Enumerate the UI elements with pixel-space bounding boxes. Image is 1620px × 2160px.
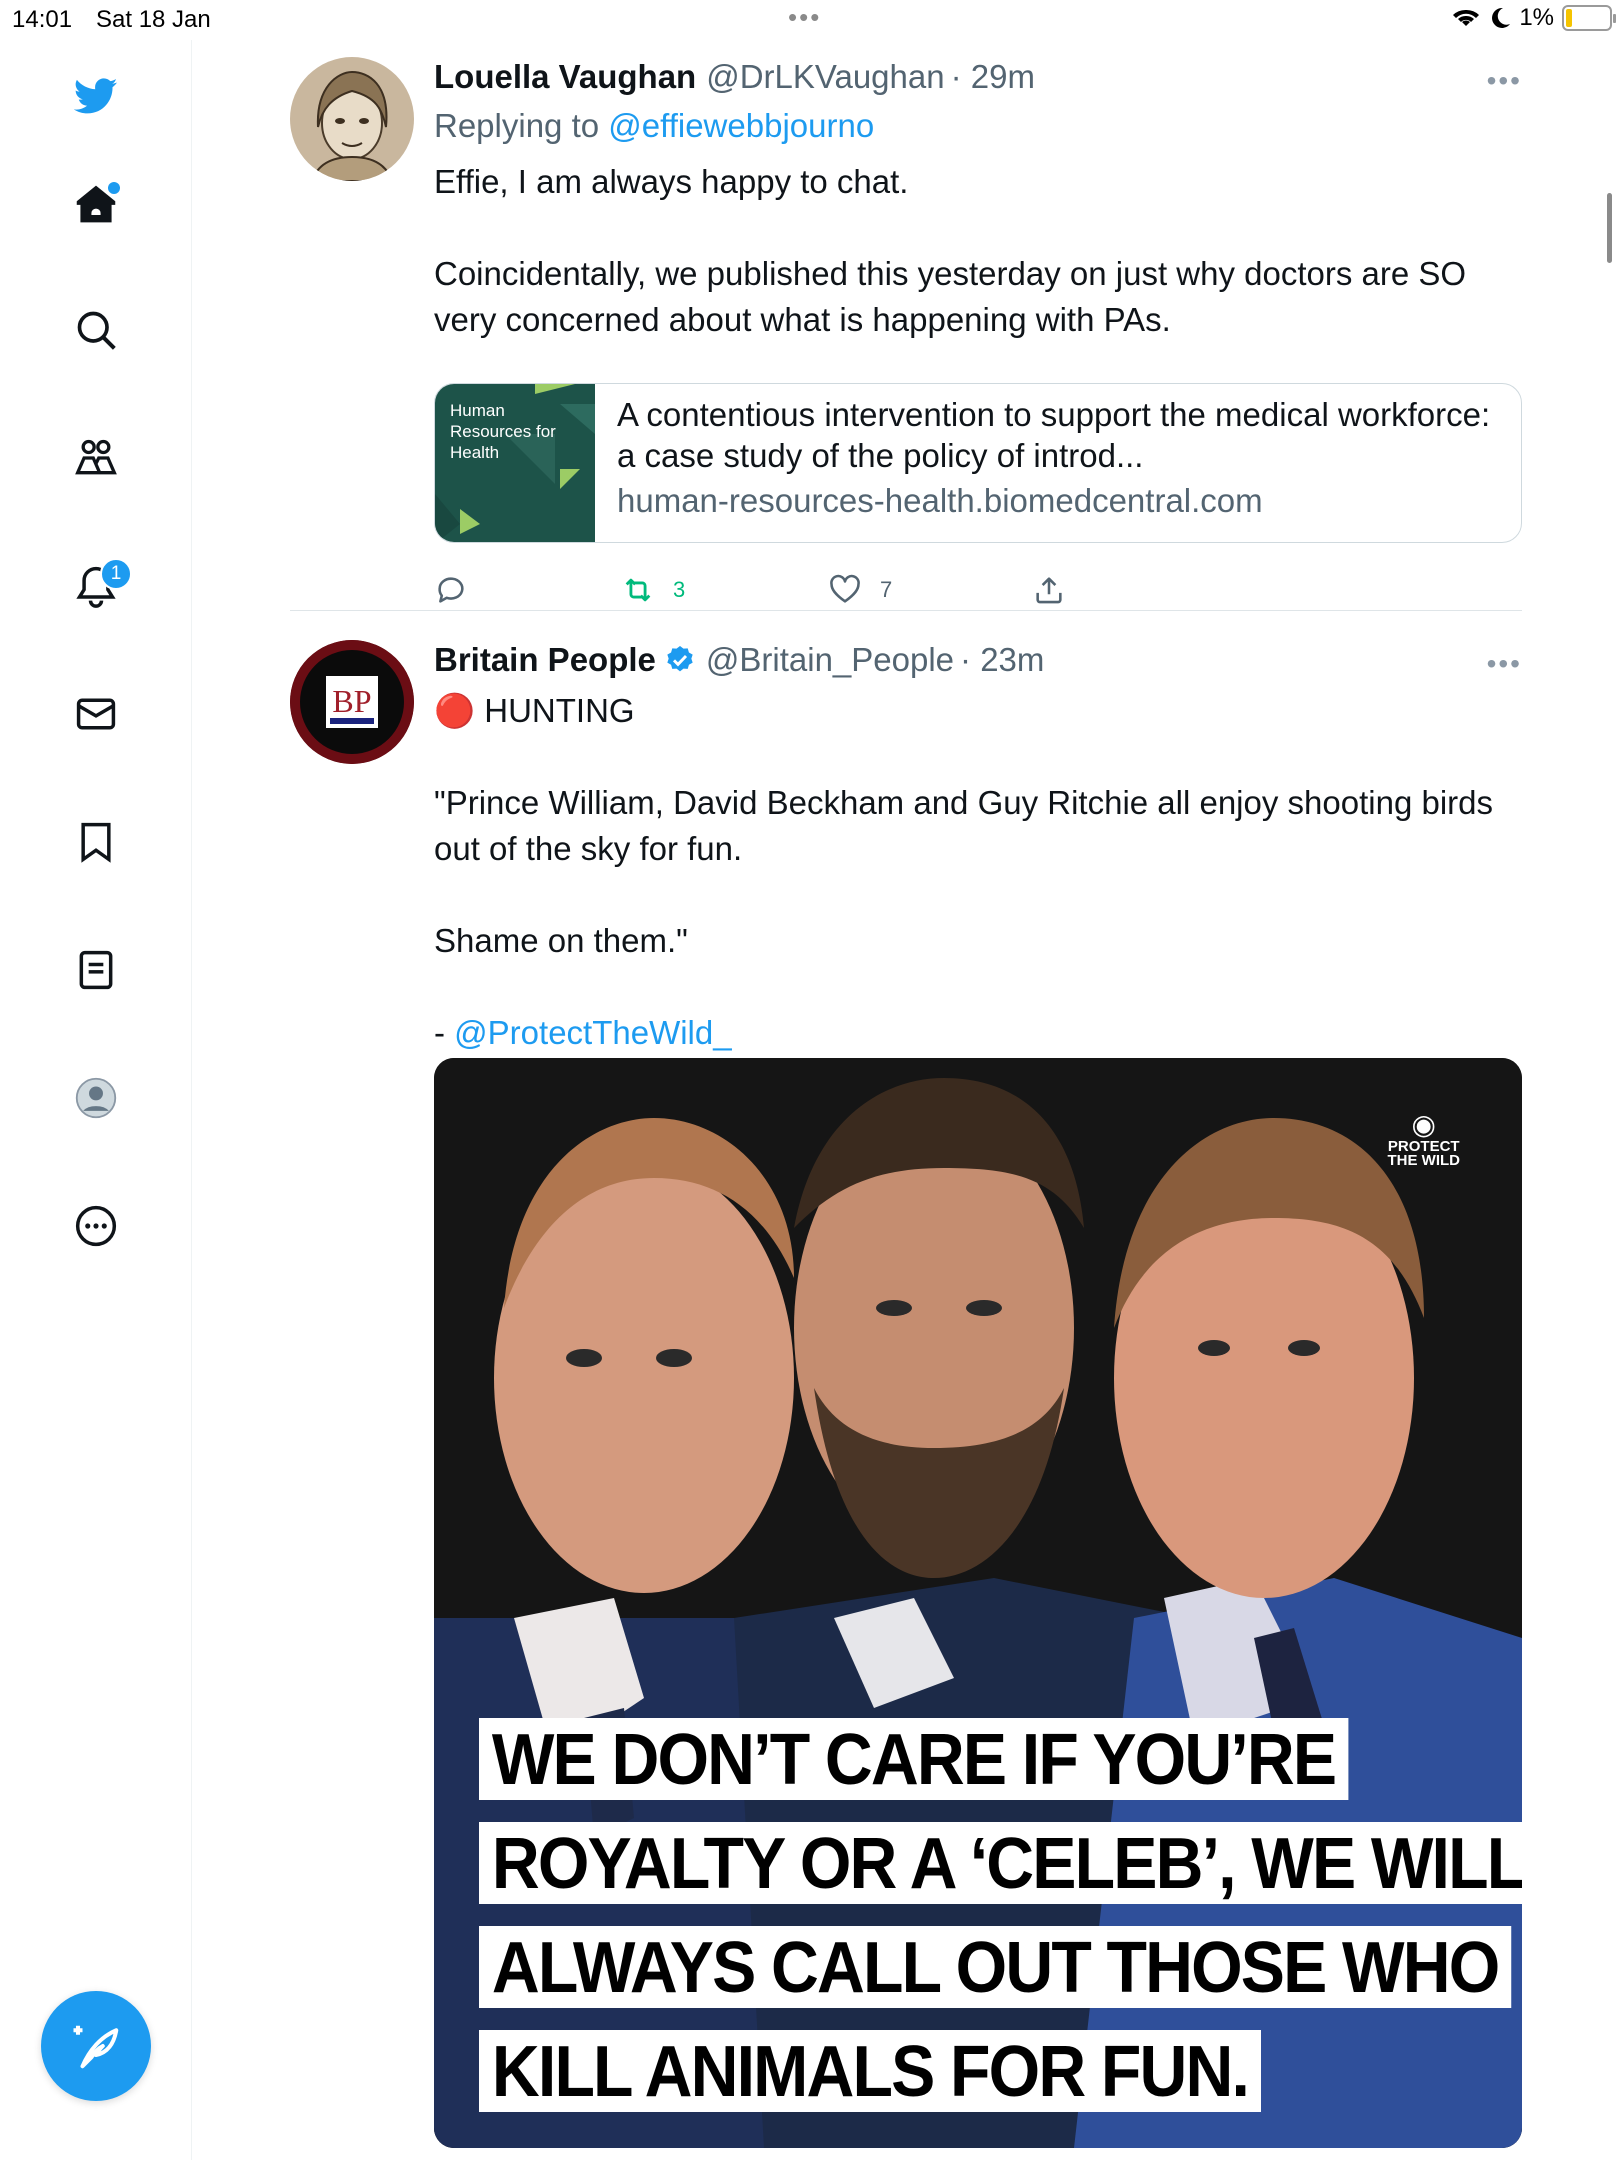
share-button[interactable] [1032, 573, 1066, 607]
tweet[interactable]: BP Britain People @Britain_People · 23m … [290, 640, 1522, 2160]
author-name[interactable]: Britain People [434, 641, 656, 679]
wifi-icon [1453, 9, 1480, 26]
sidebar: 1 [0, 40, 192, 2160]
sketch-portrait-avatar [290, 57, 414, 181]
caption-line: ROYALTY OR A ‘CELEB’, WE WILL [479, 1822, 1522, 1904]
tweet-media-image[interactable]: ◉ PROTECT THE WILD WE DON’T CARE IF YOU’… [434, 1058, 1522, 2148]
tweet-divider [290, 610, 1522, 611]
tweet-tag-line: 🔴 HUNTING [434, 692, 635, 729]
communities-icon[interactable] [64, 426, 128, 490]
twitter-bird-icon[interactable] [64, 64, 128, 128]
share-icon [1036, 577, 1062, 604]
card-domain: human-resources-health.biomedcentral.com [617, 482, 1263, 519]
more-circle-icon[interactable] [64, 1194, 128, 1258]
author-handle[interactable]: @DrLKVaughan [706, 58, 944, 96]
status-bar: 14:01 Sat 18 Jan ••• 1% [0, 0, 1620, 40]
logo-line2: THE WILD [1387, 1152, 1461, 1169]
more-options-icon[interactable]: ••• [1487, 65, 1522, 97]
multitasking-dots-icon[interactable]: ••• [788, 2, 821, 33]
notifications-bell-icon[interactable]: 1 [64, 554, 132, 618]
home-new-dot [108, 182, 120, 194]
author-handle[interactable]: @Britain_People [706, 641, 954, 679]
battery-level [1566, 9, 1572, 27]
card-thumbnail: Human Resources for Health [435, 384, 595, 542]
tweet-body: Louella Vaughan @DrLKVaughan · 29m ••• R… [434, 57, 1522, 343]
profile-avatar-icon[interactable] [64, 1066, 128, 1130]
scrollbar[interactable] [1607, 193, 1612, 263]
heart-icon [830, 574, 860, 603]
compose-feather-icon [73, 2025, 119, 2069]
retweet-count: 3 [673, 577, 686, 602]
replying-label: Replying to [434, 107, 600, 144]
logo-mask-icon: ◉ [1411, 1109, 1436, 1140]
search-icon[interactable] [64, 298, 128, 362]
battery-percent: 1% [1519, 4, 1554, 31]
caption-line: ALWAYS CALL OUT THOSE WHO [479, 1926, 1512, 2008]
verified-badge-icon [667, 646, 693, 672]
tweet-text: Coincidentally, we published this yester… [434, 255, 1467, 338]
tweet-text: "Prince William, David Beckham and Guy R… [434, 784, 1493, 867]
bp-logo-avatar: BP [290, 640, 414, 764]
lists-icon[interactable] [64, 938, 128, 1002]
replying-to: Replying to @effiewebbjourno [434, 107, 1522, 145]
reply-button[interactable] [434, 573, 486, 607]
tweet-time[interactable]: · 29m [951, 58, 1035, 96]
tweet-text: Effie, I am always happy to chat. [434, 163, 909, 200]
compose-button[interactable] [41, 1991, 151, 2101]
tweet-header: Britain People @Britain_People · 23m [434, 640, 1522, 680]
retweet-icon [625, 578, 651, 602]
messages-envelope-icon[interactable] [64, 682, 128, 746]
tweet[interactable]: Louella Vaughan @DrLKVaughan · 29m ••• R… [290, 57, 1522, 604]
tweet-header: Louella Vaughan @DrLKVaughan · 29m [434, 57, 1522, 97]
status-date: Sat 18 Jan [96, 6, 211, 33]
attribution-mention-link[interactable]: @ProtectTheWild_ [454, 1014, 731, 1051]
tweet-body: Britain People @Britain_People · 23m •••… [434, 640, 1522, 1056]
status-indicators: 1% [1451, 4, 1616, 32]
link-preview-card[interactable]: Human Resources for Health A contentious… [434, 383, 1522, 543]
avatar-bp-text: BP [332, 683, 371, 719]
caption-line: WE DON’T CARE IF YOU’RE [479, 1718, 1349, 1800]
tweet-text: Shame on them." [434, 922, 688, 959]
avatar[interactable] [290, 57, 414, 181]
more-options-icon[interactable]: ••• [1487, 648, 1522, 680]
protect-the-wild-logo: ◉ PROTECT THE WILD [1387, 1109, 1461, 1169]
moon-icon [1492, 7, 1511, 28]
tweet-actions: 3 7 [434, 573, 1134, 613]
caption-line: KILL ANIMALS FOR FUN. [479, 2030, 1261, 2112]
like-count: 7 [880, 577, 893, 602]
like-button[interactable]: 7 [828, 573, 892, 607]
tweet-time[interactable]: · 23m [960, 641, 1044, 679]
battery-icon [1562, 5, 1616, 31]
author-name[interactable]: Louella Vaughan [434, 58, 696, 96]
reply-icon [438, 577, 464, 603]
bookmark-icon[interactable] [64, 810, 128, 874]
avatar[interactable]: BP [290, 640, 414, 764]
card-thumb-text: Human Resources for Health [450, 401, 556, 462]
media-caption: WE DON’T CARE IF YOU’RE ROYALTY OR A ‘CE… [479, 1718, 1522, 2134]
replying-mention-link[interactable]: @effiewebbjourno [608, 107, 874, 144]
card-info: A contentious intervention to support th… [617, 394, 1497, 520]
attribution: - @ProtectTheWild_ [434, 1010, 1522, 1056]
retweet-button[interactable]: 3 [621, 573, 685, 607]
notifications-badge: 1 [100, 558, 132, 590]
card-title: A contentious intervention to support th… [617, 396, 1491, 474]
home-icon[interactable] [64, 172, 128, 236]
attribution-prefix: - [434, 1014, 455, 1051]
status-time: 14:01 [12, 6, 73, 33]
